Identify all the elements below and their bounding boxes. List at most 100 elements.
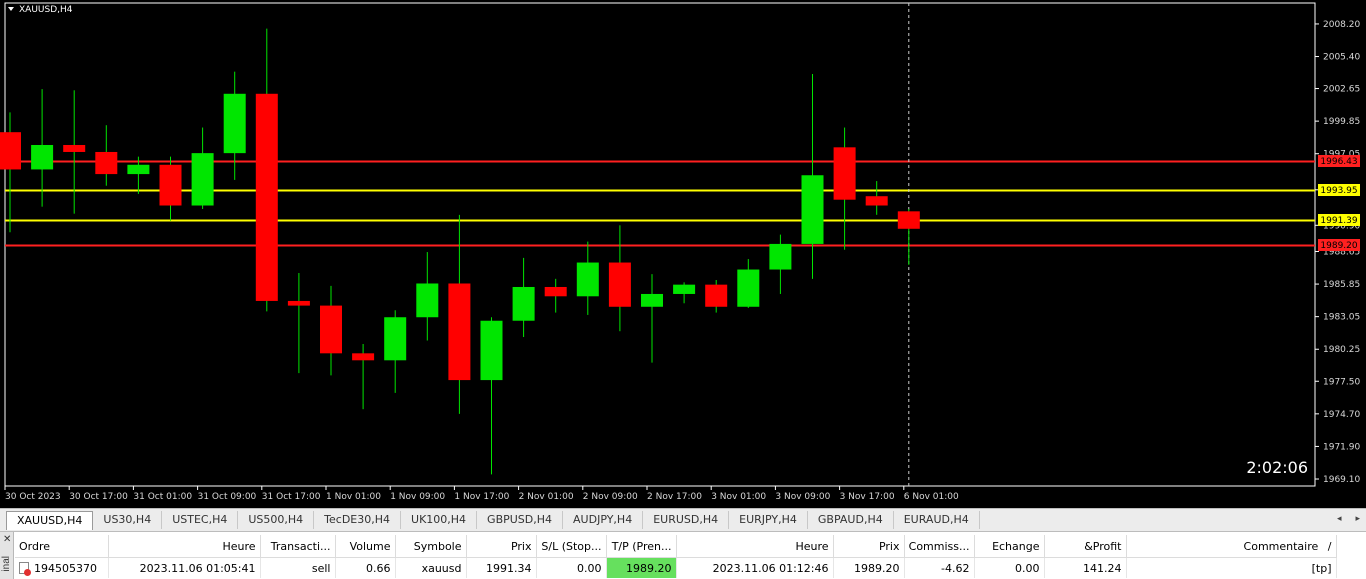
candle	[737, 259, 760, 308]
chart-canvas[interactable]: 2008.202005.402002.651999.851997.051993.…	[0, 0, 1366, 508]
tab-eurjpy-h4[interactable]: EURJPY,H4	[729, 511, 808, 529]
candle-body	[63, 144, 86, 152]
candle	[512, 257, 535, 338]
scroll-right-icon[interactable]: ▸	[1355, 513, 1360, 524]
col-profit[interactable]: &Profit	[1044, 535, 1127, 558]
col-volume[interactable]: Volume	[335, 535, 396, 558]
cell-symbol: xauusd	[395, 557, 467, 578]
y-tick-label: 1999.85	[1323, 117, 1360, 127]
candle	[641, 274, 663, 363]
cell-tp: 1989.20	[606, 557, 677, 578]
col-open-time[interactable]: Heure	[108, 535, 261, 558]
candle	[320, 285, 342, 376]
candle-body	[769, 243, 792, 270]
tab-gbpusd-h4[interactable]: GBPUSD,H4	[477, 511, 564, 529]
close-icon[interactable]: ✕	[3, 534, 11, 545]
y-tick-label: 1980.25	[1323, 345, 1360, 355]
candle-body	[255, 93, 278, 301]
candle-body	[673, 284, 696, 294]
col-close-time[interactable]: Heure	[676, 535, 834, 558]
col-order[interactable]: Ordre	[15, 535, 109, 558]
terminal-label: inal	[1, 556, 12, 572]
tab-xauusd-h4[interactable]: XAUUSD,H4	[6, 511, 94, 530]
tab-tecde30-h4[interactable]: TecDE30,H4	[314, 511, 402, 529]
level-price-label: 1989.20	[1320, 241, 1357, 251]
tab-gbpaud-h4[interactable]: GBPAUD,H4	[808, 511, 894, 529]
y-tick-label: 1983.05	[1323, 313, 1360, 323]
x-tick-label: 3 Nov 01:00	[711, 492, 766, 502]
x-tick-label: 1 Nov 17:00	[454, 492, 509, 502]
candle	[287, 273, 310, 374]
col-type[interactable]: Transacti...	[260, 535, 336, 558]
col-symbol[interactable]: Symbole	[395, 535, 467, 558]
candle-body	[159, 164, 182, 206]
candle-body	[544, 286, 567, 297]
tab-us500-h4[interactable]: US500,H4	[238, 511, 315, 529]
x-tick-label: 31 Oct 09:00	[198, 492, 257, 502]
candle	[544, 278, 567, 313]
candle	[608, 225, 631, 332]
candle	[833, 127, 856, 250]
tab-audjpy-h4[interactable]: AUDJPY,H4	[563, 511, 644, 529]
candle-body	[737, 269, 760, 307]
x-tick-label: 2 Nov 17:00	[647, 492, 702, 502]
chart-menu-icon	[8, 7, 14, 11]
chart-title: XAUUSD,H4	[8, 5, 73, 15]
scroll-left-icon[interactable]: ◂	[1337, 513, 1342, 524]
col-tp[interactable]: T/P (Pren...	[606, 535, 677, 558]
candle-body	[448, 283, 471, 381]
terminal-side-bar: ✕ inal	[0, 532, 14, 579]
y-tick-label: 1969.10	[1323, 475, 1360, 485]
candle-body	[127, 164, 150, 175]
table-row[interactable]: 194505370 2023.11.06 01:05:41 sell 0.66 …	[15, 557, 1337, 578]
level-price-label: 1991.39	[1320, 216, 1357, 226]
cell-type: sell	[260, 557, 336, 578]
y-tick-label: 1977.50	[1323, 377, 1360, 387]
tab-eurusd-h4[interactable]: EURUSD,H4	[643, 511, 730, 529]
x-tick-label: 2 Nov 01:00	[519, 492, 574, 502]
candle	[159, 156, 182, 221]
y-tick-label: 1985.85	[1323, 280, 1360, 290]
candle-body	[191, 153, 214, 206]
x-tick-label: 2 Nov 09:00	[583, 492, 638, 502]
candle-body	[416, 283, 439, 318]
x-tick-label: 1 Nov 01:00	[326, 492, 381, 502]
x-tick-label: 30 Oct 17:00	[69, 492, 128, 502]
candle-body	[641, 293, 663, 307]
candle-body	[287, 300, 310, 306]
x-tick-label: 31 Oct 01:00	[133, 492, 192, 502]
cell-close-price: 1989.20	[833, 557, 905, 578]
candle-body	[512, 286, 535, 321]
tab-uk100-h4[interactable]: UK100,H4	[401, 511, 478, 529]
y-tick-label: 1974.70	[1323, 410, 1360, 420]
candle-body	[352, 353, 375, 361]
col-comment-label: Commentaire	[1243, 539, 1319, 553]
bar-countdown: 2:02:06	[1246, 458, 1308, 477]
candle	[416, 252, 439, 341]
col-comment[interactable]: Commentaire /	[1126, 535, 1337, 558]
col-open-price[interactable]: Prix	[466, 535, 537, 558]
tab-us30-h4[interactable]: US30,H4	[93, 511, 163, 529]
candle	[897, 209, 920, 265]
price-chart[interactable]: 2008.202005.402002.651999.851997.051993.…	[0, 0, 1366, 508]
col-sl[interactable]: S/L (Stop...	[536, 535, 607, 558]
cell-order: 194505370	[15, 557, 109, 578]
candle	[255, 28, 278, 312]
col-swap[interactable]: Echange	[974, 535, 1045, 558]
tab-ustec-h4[interactable]: USTEC,H4	[162, 511, 239, 529]
col-commission[interactable]: Commiss...	[904, 535, 975, 558]
candle	[95, 125, 118, 186]
candle	[384, 310, 407, 393]
candle-body	[801, 175, 824, 244]
candle	[223, 71, 246, 180]
candle	[480, 317, 503, 475]
cell-profit: 141.24	[1044, 557, 1127, 578]
candle	[769, 234, 792, 294]
level-price-label: 1996.43	[1320, 157, 1357, 167]
candle-body	[480, 320, 503, 381]
col-close-price[interactable]: Prix	[833, 535, 905, 558]
tab-scroll: ◂ ▸	[1337, 513, 1360, 524]
terminal-panel: ✕ inal Ordre Heure Transacti... Volume S…	[0, 531, 1366, 579]
tab-euraud-h4[interactable]: EURAUD,H4	[894, 511, 980, 529]
time-axis: 30 Oct 2023 30 Oct 17:00 31 Oct 01:00 31 Oc…	[4, 486, 959, 502]
